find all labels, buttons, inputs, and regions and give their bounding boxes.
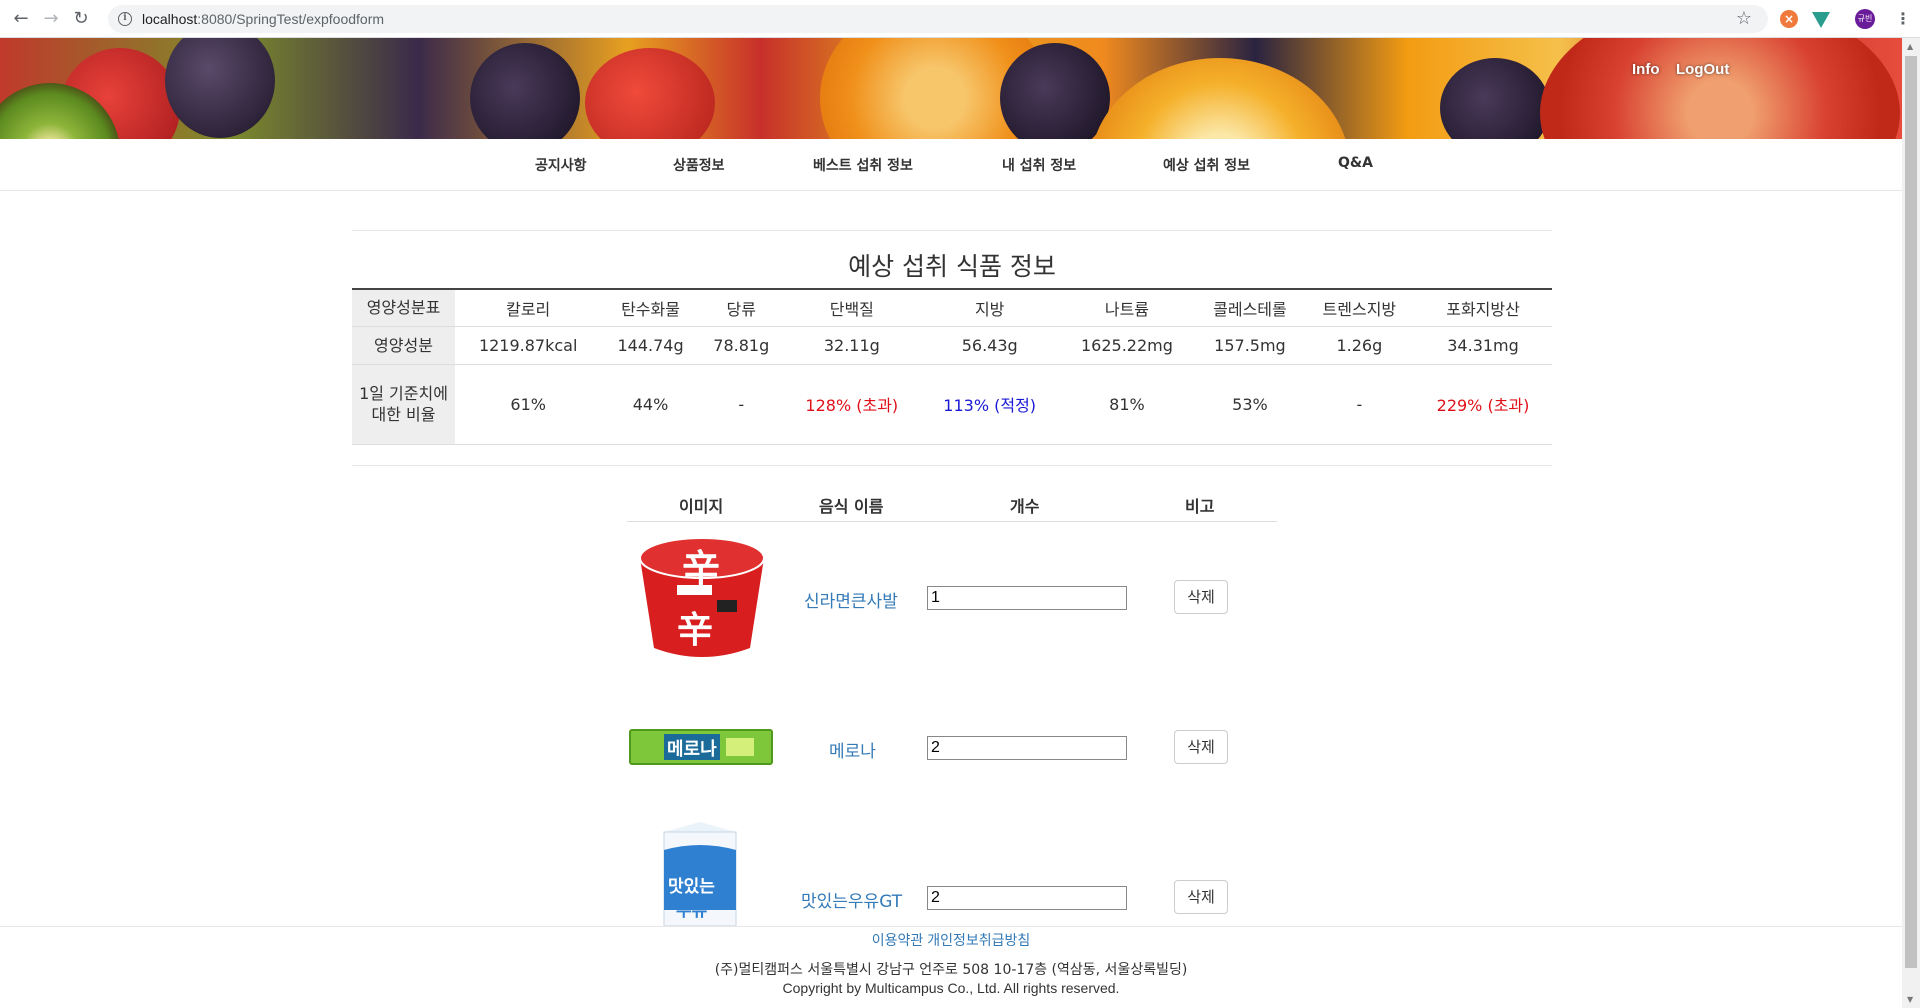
nutrition-values-label: 영양성분: [352, 325, 455, 364]
nutrient-value: 56.43g: [920, 325, 1059, 364]
nutrient-value: 1625.22mg: [1058, 325, 1196, 364]
nutrition-values-row: 영양성분 1219.87kcal 144.74g 78.81g 32.11g 5…: [352, 325, 1552, 364]
delete-button[interactable]: 삭제: [1174, 880, 1228, 914]
orange-slice-image: [1090, 58, 1350, 139]
nutrient-ratio-ok: 113% (적정): [920, 363, 1059, 445]
nutrient-column: 탄수화물: [601, 288, 700, 326]
nutrient-value: 32.11g: [782, 325, 921, 364]
scroll-down-icon[interactable]: ▼: [1907, 995, 1913, 1004]
nutrient-ratio-over: 128% (초과): [782, 363, 921, 445]
delete-button[interactable]: 삭제: [1174, 580, 1228, 614]
nav-products[interactable]: 상품정보: [673, 155, 725, 175]
profile-avatar[interactable]: 규빈: [1855, 9, 1875, 29]
browser-toolbar: ← → ↻ i localhost:8080/SpringTest/expfoo…: [0, 0, 1920, 38]
nutrition-ratio-row: 1일 기준치에 대한 비율 61% 44% - 128% (초과) 113% (…: [352, 363, 1552, 445]
nutrient-ratio: 81%: [1058, 363, 1196, 445]
nutrient-column: 콜레스테롤: [1195, 288, 1305, 326]
nutrient-column: 당류: [699, 288, 783, 326]
privacy-link[interactable]: 개인정보취급방침: [927, 933, 1030, 949]
nutrient-ratio: 53%: [1195, 363, 1305, 445]
strawberry-image: [585, 48, 715, 139]
blackberry-image: [1000, 43, 1110, 139]
nutrition-header-row: 영양성분표 칼로리 탄수화물 당류 단백질 지방 나트륨 콜레스테롤 트렌스지방…: [352, 288, 1552, 326]
nutrient-column: 포화지방산: [1414, 288, 1552, 326]
forward-arrow-icon[interactable]: →: [36, 4, 66, 34]
quantity-input[interactable]: [927, 736, 1127, 760]
quantity-input[interactable]: [927, 586, 1127, 610]
nav-notice[interactable]: 공지사항: [535, 155, 587, 175]
nutrition-ratio-label: 1일 기준치에 대한 비율: [352, 363, 455, 445]
nutrient-ratio: 61%: [455, 363, 602, 445]
svg-text:메로나: 메로나: [667, 739, 717, 760]
nutrient-column: 칼로리: [455, 288, 602, 326]
nutrient-ratio: -: [699, 363, 783, 445]
nutrient-value: 1219.87kcal: [455, 325, 602, 364]
food-link[interactable]: 맛있는우유GT: [801, 887, 902, 912]
scroll-thumb[interactable]: [1905, 56, 1917, 968]
nutrient-value: 1.26g: [1304, 325, 1415, 364]
address-bar[interactable]: i localhost:8080/SpringTest/expfoodform …: [108, 5, 1768, 33]
nutrient-ratio-over: 229% (초과): [1414, 363, 1552, 445]
reload-icon[interactable]: ↻: [66, 4, 96, 34]
header-image: 이미지: [679, 497, 724, 516]
delete-button[interactable]: 삭제: [1174, 730, 1228, 764]
nutrient-value: 34.31mg: [1414, 325, 1552, 364]
divider: [352, 230, 1552, 231]
quantity-input[interactable]: [927, 886, 1127, 910]
grapefruit-image: [1540, 38, 1900, 139]
nutrient-column: 지방: [920, 288, 1059, 326]
nutrient-value: 144.74g: [601, 325, 700, 364]
footer: 이용약관 개인정보취급방침 (주)멀티캠퍼스 서울특별시 강남구 언주로 508 …: [0, 926, 1902, 1008]
site-info-icon[interactable]: i: [118, 12, 132, 26]
nav-my-intake[interactable]: 내 섭취 정보: [1002, 155, 1076, 175]
logout-link[interactable]: LogOut: [1676, 61, 1729, 78]
header-quantity: 개수: [1010, 497, 1040, 516]
svg-text:맛있는: 맛있는: [668, 877, 715, 897]
blackberry-image: [165, 38, 275, 138]
melona-bar-image: 메로나: [629, 729, 773, 765]
divider: [352, 465, 1552, 466]
vue-devtools-icon[interactable]: [1812, 12, 1830, 28]
svg-text:우유: 우유: [676, 901, 708, 921]
nutrient-column: 트렌스지방: [1304, 288, 1415, 326]
nav-best-intake[interactable]: 베스트 섭취 정보: [813, 155, 913, 175]
bookmark-star-icon[interactable]: ☆: [1736, 8, 1752, 29]
nutrient-value: 78.81g: [699, 325, 783, 364]
nutrition-header-label: 영양성분표: [352, 288, 455, 326]
footer-address: (주)멀티캠퍼스 서울특별시 강남구 언주로 508 10-17층 (역삼동, …: [714, 962, 1188, 978]
nutrient-ratio: -: [1304, 363, 1415, 445]
ramen-cup-image: 辛 辛: [639, 537, 765, 657]
url-text[interactable]: localhost:8080/SpringTest/expfoodform: [142, 11, 384, 27]
milk-carton-image: 맛있는 우유: [663, 822, 737, 926]
food-table-header: 이미지 음식 이름 개수 비고: [627, 486, 1277, 522]
svg-text:辛: 辛: [677, 610, 713, 651]
nav-qna[interactable]: Q&A: [1338, 155, 1373, 171]
header-food-name: 음식 이름: [819, 497, 884, 516]
blackberry-image: [1440, 58, 1550, 139]
terms-link[interactable]: 이용약관: [872, 933, 924, 949]
footer-copyright: Copyright by Multicampus Co., Ltd. All r…: [782, 980, 1120, 996]
nutrient-column: 나트륨: [1058, 288, 1196, 326]
scroll-up-icon[interactable]: ▲: [1907, 42, 1913, 51]
scrollbar[interactable]: ▲ ▼: [1902, 38, 1920, 1008]
svg-text:辛: 辛: [682, 547, 720, 591]
nutrient-ratio: 44%: [601, 363, 700, 445]
nutrient-column: 단백질: [782, 288, 921, 326]
back-arrow-icon[interactable]: ←: [6, 4, 36, 34]
footer-links: 이용약관 개인정보취급방침: [0, 930, 1902, 950]
menu-kebab-icon[interactable]: ⋮: [1895, 9, 1911, 28]
fruit-banner: Info LogOut: [0, 38, 1902, 139]
food-link[interactable]: 메로나: [829, 737, 876, 762]
main-nav: 공지사항 상품정보 베스트 섭취 정보 내 섭취 정보 예상 섭취 정보 Q&A: [0, 139, 1902, 191]
header-note: 비고: [1185, 497, 1215, 516]
nutrition-table: 영양성분표 칼로리 탄수화물 당류 단백질 지방 나트륨 콜레스테롤 트렌스지방…: [352, 288, 1552, 445]
food-link[interactable]: 신라면큰사발: [804, 587, 898, 612]
nav-expected-intake[interactable]: 예상 섭취 정보: [1163, 155, 1250, 175]
info-link[interactable]: Info: [1632, 61, 1660, 78]
nutrient-value: 157.5mg: [1195, 325, 1305, 364]
blackberry-image: [470, 43, 580, 139]
page-title: 예상 섭취 식품 정보: [848, 252, 1056, 281]
extension-icon[interactable]: ×: [1780, 10, 1798, 28]
